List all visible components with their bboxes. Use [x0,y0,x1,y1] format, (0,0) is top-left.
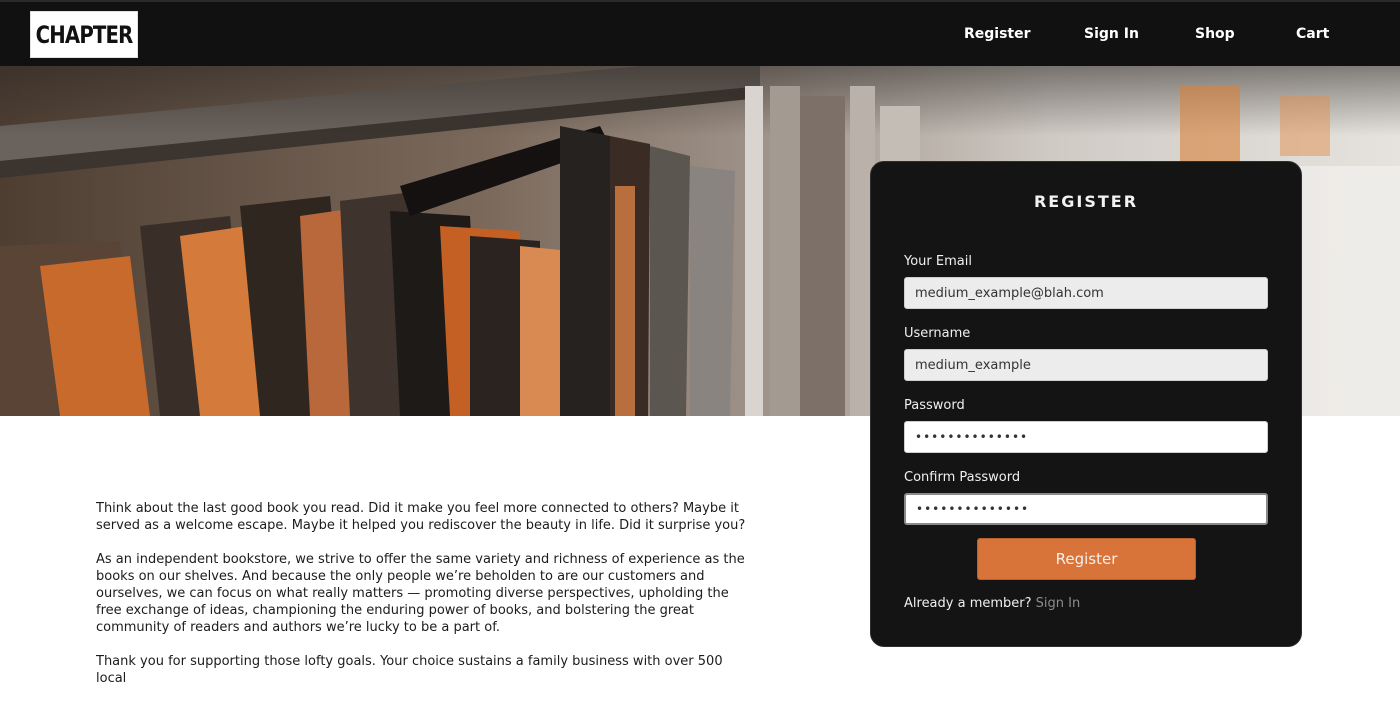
username-label: Username [904,326,971,341]
register-card: REGISTER Your Email Username Password Co… [870,161,1302,647]
email-label: Your Email [904,254,972,269]
confirm-password-field[interactable] [904,493,1268,525]
logo-text: CHAPTER [35,20,134,49]
top-nav: CHAPTER Register Sign In Shop Cart [0,0,1400,66]
intro-paragraph: As an independent bookstore, we strive t… [96,552,745,635]
register-button[interactable]: Register [977,538,1196,580]
confirm-password-label: Confirm Password [904,470,1021,485]
nav-cart-link[interactable]: Cart [1296,26,1329,42]
signin-link[interactable]: Sign In [1036,596,1081,611]
intro-text: Think about the last good book you read.… [96,500,756,704]
nav-register-link[interactable]: Register [964,26,1031,42]
intro-paragraph: Think about the last good book you read.… [96,501,746,533]
logo[interactable]: CHAPTER [30,11,138,58]
username-field[interactable] [904,349,1268,381]
nav-shop-link[interactable]: Shop [1195,26,1235,42]
password-label: Password [904,398,965,413]
password-field[interactable] [904,421,1268,453]
nav-signin-link[interactable]: Sign In [1084,26,1139,42]
member-prompt: Already a member? Sign In [904,596,1080,611]
email-field[interactable] [904,277,1268,309]
member-prompt-text: Already a member? [904,596,1032,611]
register-title: REGISTER [1033,192,1139,211]
intro-paragraph: Thank you for supporting those lofty goa… [96,654,723,686]
